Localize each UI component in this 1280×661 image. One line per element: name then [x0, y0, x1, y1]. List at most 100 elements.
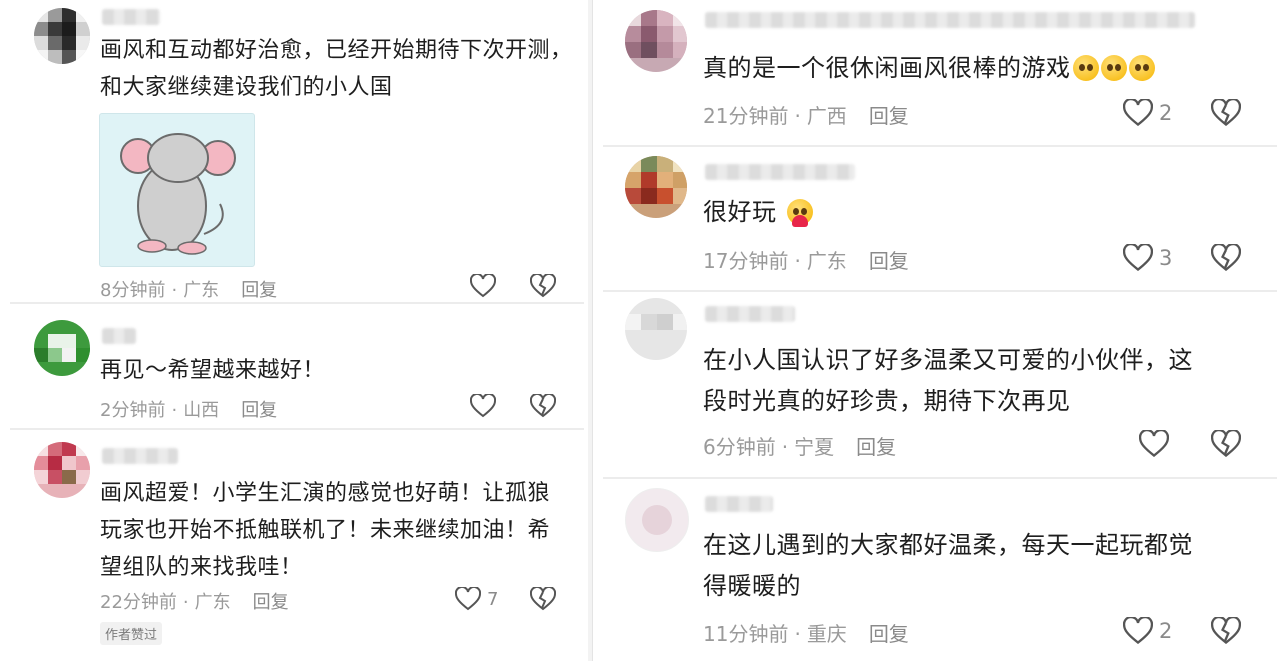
heart-outline-icon: [470, 274, 496, 298]
comment-meta: 11分钟前 · 重庆 回复: [703, 618, 909, 647]
comment-location: 广东: [183, 280, 220, 301]
like-button[interactable]: 2: [1123, 617, 1172, 645]
heart-outline-icon: [1123, 244, 1153, 272]
mouse-sticker-icon: [120, 133, 236, 255]
divider: [603, 145, 1277, 147]
avatar[interactable]: [34, 8, 90, 64]
reply-button[interactable]: 回复: [241, 280, 277, 301]
separator-dot: ·: [781, 435, 789, 459]
heart-outline-icon: [1123, 617, 1153, 645]
username[interactable]: [705, 496, 773, 512]
reply-button[interactable]: 回复: [856, 435, 896, 459]
comment-text: 在小人国认识了好多温柔又可爱的小伙伴，这 段时光真的好珍贵，期待下次再见: [703, 346, 1193, 415]
like-button[interactable]: 2: [1123, 99, 1172, 127]
pleading-face-emoji: [1100, 55, 1127, 81]
separator-dot: ·: [794, 104, 801, 128]
like-button[interactable]: [470, 394, 502, 418]
comment-time: 21分钟前: [703, 104, 789, 128]
comment-meta: 21分钟前 · 广西 回复: [703, 100, 909, 129]
reply-button[interactable]: 回复: [869, 249, 909, 273]
broken-heart-icon: [1211, 99, 1241, 127]
divider: [10, 302, 584, 304]
avatar[interactable]: [625, 488, 689, 552]
comment-meta: 22分钟前 · 广东 回复: [100, 588, 289, 614]
reply-button[interactable]: 回复: [869, 104, 909, 128]
comment-text: 在这儿遇到的大家都好温柔，每天一起玩都觉 得暖暖的: [703, 531, 1193, 600]
like-button[interactable]: 7: [455, 587, 498, 611]
dislike-button[interactable]: [1211, 617, 1241, 645]
username[interactable]: [705, 12, 1195, 28]
avatar[interactable]: [625, 10, 687, 72]
divider: [603, 290, 1277, 292]
broken-heart-icon: [530, 587, 556, 611]
dislike-button[interactable]: [530, 274, 556, 298]
separator-dot: ·: [182, 592, 189, 613]
comments-panel-left: 画风和互动都好治愈，已经开始期待下次开测， 和大家继续建设我们的小人国 8分钟前…: [0, 0, 588, 661]
heart-face-emoji: [786, 199, 813, 227]
comment-text: 再见～希望越来越好！: [100, 358, 326, 383]
like-count: 3: [1159, 246, 1173, 270]
comment-text: 很好玩: [703, 192, 813, 233]
username[interactable]: [705, 164, 855, 180]
divider: [10, 428, 584, 430]
broken-heart-icon: [1211, 430, 1241, 458]
broken-heart-icon: [1211, 244, 1241, 272]
like-count: 2: [1159, 101, 1173, 125]
comment-time: 11分钟前: [703, 622, 789, 646]
comment-location: 广东: [194, 592, 231, 613]
separator-dot: ·: [794, 622, 801, 646]
like-button[interactable]: [1139, 430, 1175, 458]
reply-button[interactable]: 回复: [253, 592, 289, 613]
comment-meta: 8分钟前 · 广东 回复: [100, 276, 277, 302]
comment-location: 广东: [806, 249, 847, 273]
username[interactable]: [102, 9, 160, 25]
broken-heart-icon: [530, 394, 556, 418]
dislike-button[interactable]: [1211, 244, 1241, 272]
comment-meta: 17分钟前 · 广东 回复: [703, 245, 909, 274]
username[interactable]: [102, 448, 178, 464]
dislike-button[interactable]: [1211, 430, 1241, 458]
avatar[interactable]: [34, 320, 90, 376]
dislike-button[interactable]: [1211, 99, 1241, 127]
comment-time: 17分钟前: [703, 249, 789, 273]
dislike-button[interactable]: [530, 394, 556, 418]
avatar[interactable]: [625, 298, 687, 360]
username[interactable]: [705, 306, 795, 322]
broken-heart-icon: [1211, 617, 1241, 645]
reply-button[interactable]: 回复: [241, 400, 277, 421]
comment-text: 真的是一个很休闲画风很棒的游戏: [703, 48, 1155, 89]
like-count: 2: [1159, 619, 1173, 643]
comment-time: 8分钟前: [100, 280, 166, 301]
username[interactable]: [102, 328, 136, 344]
comment-time: 22分钟前: [100, 592, 177, 613]
like-count: 7: [487, 588, 499, 610]
heart-outline-icon: [470, 394, 496, 418]
separator-dot: ·: [171, 400, 178, 421]
heart-outline-icon: [455, 587, 481, 611]
comment-location: 广西: [806, 104, 847, 128]
sticker-image[interactable]: [99, 113, 255, 267]
avatar[interactable]: [34, 442, 90, 498]
comment-location: 山西: [183, 400, 220, 421]
heart-outline-icon: [1123, 99, 1153, 127]
like-button[interactable]: 3: [1123, 244, 1172, 272]
divider: [603, 477, 1277, 479]
dislike-button[interactable]: [530, 587, 556, 611]
comment-location: 宁夏: [794, 435, 835, 459]
separator-dot: ·: [794, 249, 801, 273]
broken-heart-icon: [530, 274, 556, 298]
like-button[interactable]: [470, 274, 502, 298]
heart-outline-icon: [1139, 430, 1169, 458]
comment-meta: 2分钟前 · 山西 回复: [100, 396, 277, 422]
avatar[interactable]: [625, 156, 687, 218]
comment-text: 画风和互动都好治愈，已经开始期待下次开测， 和大家继续建设我们的小人国: [100, 38, 573, 100]
pleading-face-emoji: [1072, 55, 1099, 81]
comment-location: 重庆: [806, 622, 847, 646]
separator-dot: ·: [171, 280, 178, 301]
comments-panel-right: 真的是一个很休闲画风很棒的游戏 21分钟前 · 广西 回复 2 很好玩 17分钟前 · 广…: [592, 0, 1280, 661]
comment-time: 6分钟前: [703, 435, 776, 459]
comment-meta: 6分钟前 · 宁夏 回复: [703, 431, 896, 460]
comment-time: 2分钟前: [100, 400, 166, 421]
reply-button[interactable]: 回复: [869, 622, 909, 646]
author-liked-badge: 作者赞过: [100, 622, 163, 645]
